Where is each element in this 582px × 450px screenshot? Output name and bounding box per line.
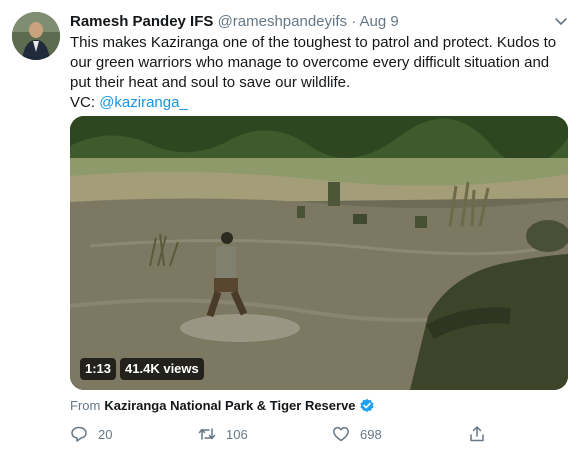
author-avatar[interactable] [12,12,60,60]
share-button[interactable] [468,423,496,445]
reply-button[interactable]: 20 [70,423,112,445]
tweet-text-line: This makes Kaziranga one of the toughest… [70,34,557,51]
verified-badge-icon [359,398,374,412]
author-name[interactable]: Ramesh Pandey IFS [70,13,213,30]
retweet-icon [198,428,216,440]
reply-count: 20 [98,426,113,442]
video-thumbnail [70,116,568,390]
video-stats-badge: 1:13 41.4K views [80,358,204,380]
reply-icon [71,426,87,442]
video-source: From Kaziranga National Park & Tiger Res… [70,397,375,415]
video-duration: 1:13 [80,358,117,380]
share-icon [470,426,484,442]
video-credit-line: VC: @kaziranga_ [70,93,570,113]
video-credit-prefix: VC: [70,94,100,111]
chevron-down-icon[interactable] [554,14,568,28]
video-player[interactable]: 1:13 41.4K views [70,116,568,390]
tweet-header: Ramesh Pandey IFS @rameshpandeyifs · Aug… [70,12,568,32]
like-count: 698 [360,426,382,442]
tweet-text-line: put their heat and soul to save our wild… [70,74,351,91]
video-views: 41.4K views [120,358,204,380]
source-account-name[interactable]: Kaziranga National Park & Tiger Reserve [104,397,355,415]
avatar-photo [12,12,60,60]
tweet-actions: 20 106 698 [70,423,500,445]
tweet-date[interactable]: Aug 9 [360,13,399,30]
retweet-button[interactable]: 106 [198,423,248,445]
heart-icon [333,426,349,442]
tweet-text: This makes Kaziranga one of the toughest… [70,33,570,113]
like-button[interactable]: 698 [332,423,382,445]
author-handle[interactable]: @rameshpandeyifs [218,13,347,30]
video-credit-link[interactable]: @kaziranga_ [99,94,188,111]
source-prefix: From [70,398,101,413]
retweet-count: 106 [226,426,248,442]
header-separator: · [351,13,357,30]
tweet-text-line: our green warriors who manage to overcom… [70,54,550,71]
